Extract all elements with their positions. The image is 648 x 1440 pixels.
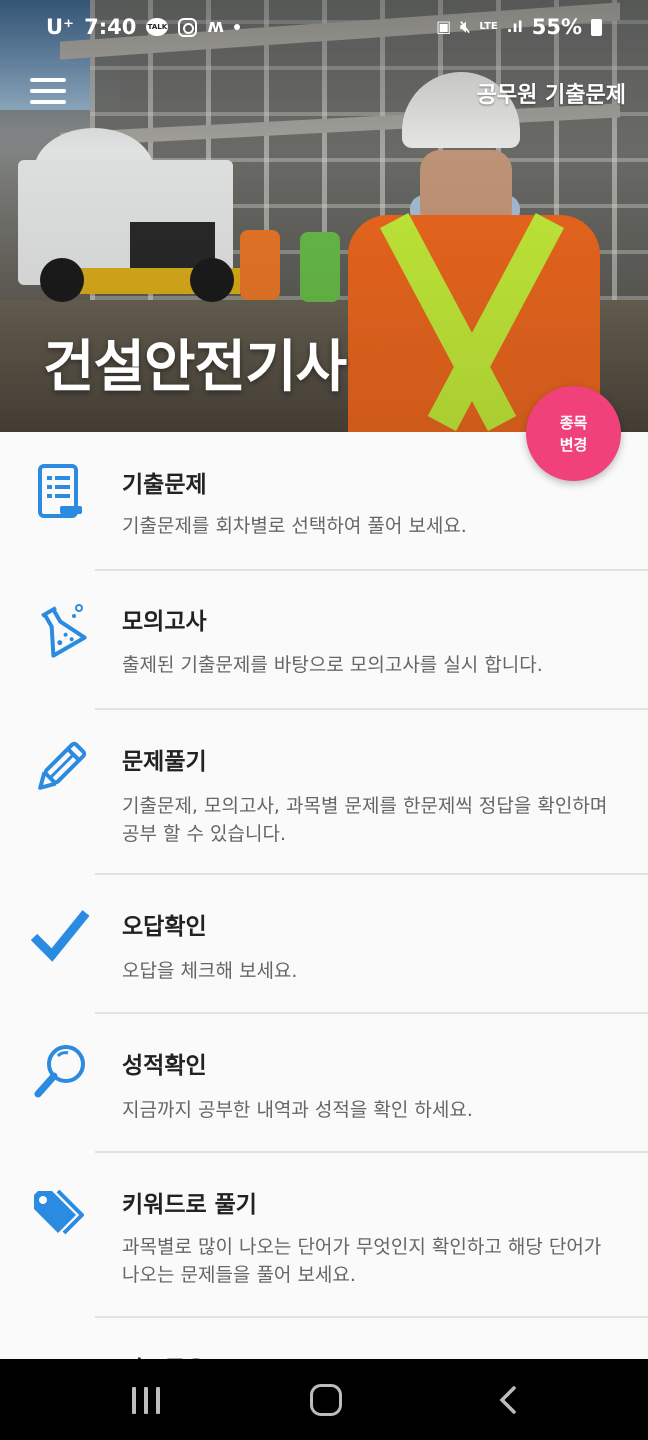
- menu-item-desc: 오답을 체크해 보세요.: [122, 960, 298, 982]
- clock: 7:40: [84, 15, 137, 39]
- back-icon[interactable]: [498, 1385, 518, 1415]
- pencil-icon: [38, 741, 87, 790]
- menu-item-title: 문제풀기: [122, 749, 207, 775]
- menu-item-mock-exam[interactable]: 모의고사 출제된 기출문제를 바탕으로 모의고사를 실시 합니다.: [0, 571, 648, 708]
- recent-apps-icon[interactable]: [132, 1387, 160, 1414]
- menu-list: 기출문제 기출문제를 회차별로 선택하여 풀어 보세요. 모의고사 출제된 기출…: [0, 432, 648, 1359]
- status-bar: U⁺ 7:40 TALK ʍ ▣ 🔇︎ LTE .ıl 55%: [0, 0, 648, 56]
- system-navigation-bar: [0, 1359, 648, 1440]
- tags-icon: [34, 1189, 84, 1235]
- menu-item-wrong-answers[interactable]: 오답확인 오답을 체크해 보세요.: [0, 875, 648, 1012]
- menu-item-title: 기출문제: [122, 472, 207, 498]
- mute-icon: 🔇︎: [460, 17, 471, 36]
- notes-icon: [38, 464, 82, 518]
- page-title: 건설안전기사: [43, 335, 347, 400]
- instagram-icon: [178, 17, 198, 37]
- notification-dot-icon: [234, 24, 241, 30]
- menu-item-title: 오답확인: [122, 914, 207, 940]
- menu-item-desc: 지금까지 공부한 내역과 성적을 확인 하세요.: [122, 1099, 473, 1121]
- menu-item-title: 키워드로 풀기: [122, 1192, 257, 1218]
- partial-icon: [30, 1352, 90, 1359]
- hero-banner: U⁺ 7:40 TALK ʍ ▣ 🔇︎ LTE .ıl 55% 공무원 기출문제…: [0, 0, 648, 432]
- battery-icon: [591, 18, 602, 36]
- menu-item-desc: 과목별로 많이 나오는 단어가 무엇인지 확인하고 해당 단어가 나오는 문제들…: [122, 1236, 602, 1286]
- flask-icon: [41, 604, 87, 658]
- screenshot-icon: ▣: [436, 17, 452, 36]
- magnifier-icon: [34, 1045, 85, 1098]
- menu-item-keyword-solve[interactable]: 키워드로 풀기 과목별로 많이 나오는 단어가 무엇인지 확인하고 해당 단어가…: [0, 1153, 648, 1316]
- menu-item-title: 모의고사: [122, 609, 207, 635]
- menu-item-desc: 기출문제, 모의고사, 과목별 문제를 한문제씩 정답을 확인하며 공부 할 수…: [122, 795, 608, 845]
- menu-item-info-share[interactable]: 정보공유: [0, 1318, 648, 1359]
- menu-item-scores[interactable]: 성적확인 지금까지 공부한 내역과 성적을 확인 하세요.: [0, 1014, 648, 1151]
- menu-item-title: 정보공유: [122, 1350, 207, 1359]
- hamburger-menu-icon[interactable]: [30, 78, 66, 106]
- menu-item-title: 성적확인: [122, 1053, 207, 1079]
- change-subject-button[interactable]: 종목 변경: [526, 386, 621, 481]
- checkmark-icon: [30, 910, 90, 962]
- menu-item-solve-questions[interactable]: 문제풀기 기출문제, 모의고사, 과목별 문제를 한문제씩 정답을 확인하며 공…: [0, 710, 648, 873]
- carrier-label: U⁺: [46, 15, 75, 39]
- network-type-label: LTE: [479, 21, 498, 32]
- battery-percent: 55%: [531, 15, 582, 39]
- menu-item-desc: 기출문제를 회차별로 선택하여 풀어 보세요.: [122, 515, 467, 537]
- menu-item-desc: 출제된 기출문제를 바탕으로 모의고사를 실시 합니다.: [122, 654, 543, 676]
- home-icon[interactable]: [310, 1384, 342, 1416]
- kakaotalk-icon: TALK: [146, 18, 169, 36]
- fab-label-line2: 변경: [559, 435, 588, 454]
- app-title[interactable]: 공무원 기출문제: [477, 77, 626, 109]
- fab-label-line1: 종목: [559, 413, 588, 432]
- signal-icon: .ıl: [506, 17, 523, 36]
- messenger-icon: ʍ: [207, 16, 225, 37]
